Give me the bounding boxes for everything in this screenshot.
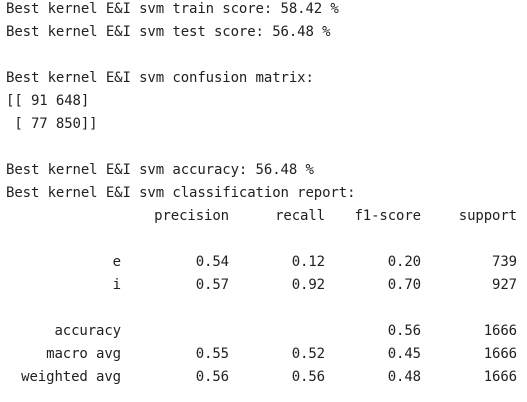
report-row-label: i bbox=[112, 277, 121, 293]
report-cell-precision: 0.54 bbox=[195, 254, 229, 270]
report-row-label: e bbox=[112, 254, 121, 270]
report-cell-support: 1666 bbox=[483, 323, 517, 339]
report-row-label: accuracy bbox=[54, 323, 121, 339]
report-cell-support: 1666 bbox=[483, 369, 517, 385]
accuracy-line: Best kernel E&I svm accuracy: 56.48 % bbox=[6, 162, 314, 178]
report-header-precision: precision bbox=[154, 208, 229, 224]
report-cell-f1-score: 0.20 bbox=[387, 254, 421, 270]
report-cell-recall: 0.12 bbox=[291, 254, 325, 270]
report-cell-support: 1666 bbox=[483, 346, 517, 362]
cell-output: Best kernel E&I svm train score: 58.42 %… bbox=[0, 0, 527, 402]
report-cell-precision: 0.55 bbox=[195, 346, 229, 362]
report-header-recall: recall bbox=[275, 208, 325, 224]
report-cell-recall: 0.92 bbox=[291, 277, 325, 293]
report-cell-f1-score: 0.48 bbox=[387, 369, 421, 385]
confusion-matrix-title: Best kernel E&I svm confusion matrix: bbox=[6, 70, 314, 86]
report-cell-recall: 0.56 bbox=[291, 369, 325, 385]
report-cell-f1-score: 0.56 bbox=[387, 323, 421, 339]
report-cell-f1-score: 0.70 bbox=[387, 277, 421, 293]
report-cell-recall: 0.52 bbox=[291, 346, 325, 362]
report-cell-precision: 0.56 bbox=[195, 369, 229, 385]
report-header-support: support bbox=[458, 208, 517, 224]
confusion-matrix-row-1: [[ 91 648] bbox=[6, 93, 90, 109]
report-cell-support: 739 bbox=[492, 254, 517, 270]
report-cell-f1-score: 0.45 bbox=[387, 346, 421, 362]
report-row-label: weighted avg bbox=[21, 369, 121, 385]
report-cell-support: 927 bbox=[492, 277, 517, 293]
test-score-line: Best kernel E&I svm test score: 56.48 % bbox=[6, 24, 331, 40]
report-header-f1-score: f1-score bbox=[354, 208, 421, 224]
train-score-line: Best kernel E&I svm train score: 58.42 % bbox=[6, 1, 339, 17]
report-row-label: macro avg bbox=[46, 346, 121, 362]
classification-report-title: Best kernel E&I svm classification repor… bbox=[6, 185, 356, 201]
report-cell-precision: 0.57 bbox=[195, 277, 229, 293]
confusion-matrix-row-2: [ 77 850]] bbox=[6, 116, 98, 132]
